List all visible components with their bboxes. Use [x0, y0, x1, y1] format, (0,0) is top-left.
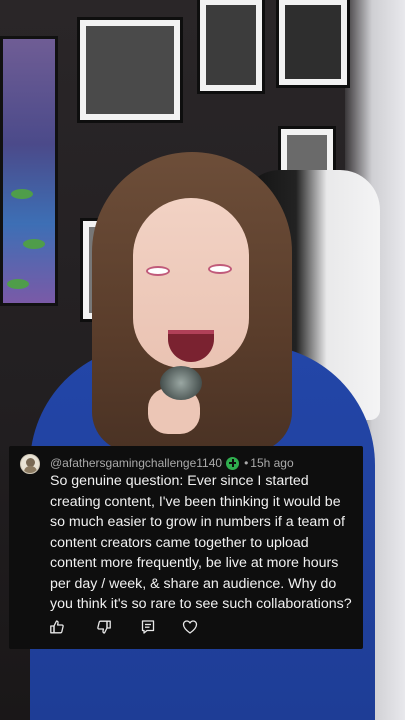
verified-check-icon [226, 456, 240, 470]
wall-frame-3 [276, 0, 350, 88]
meta-separator: • [244, 456, 249, 470]
like-button[interactable] [46, 616, 68, 638]
comment-card: @afathersgamingchallenge1140 • 15h ago S… [9, 446, 363, 649]
right-eye [208, 264, 232, 274]
wall-frame-1 [77, 17, 183, 123]
heart-button[interactable] [179, 616, 201, 638]
wall-poster [0, 36, 58, 306]
left-eye [146, 266, 170, 276]
wall-frame-2 [197, 0, 265, 94]
reply-icon [141, 620, 155, 634]
microphone [160, 366, 202, 400]
comment-time: 15h ago [250, 456, 294, 470]
thumbs-up-icon [50, 620, 64, 634]
comment-author[interactable]: @afathersgamingchallenge1140 [50, 456, 222, 470]
heart-icon [182, 620, 198, 634]
thumbs-down-icon [97, 620, 111, 634]
comment-actions [9, 616, 363, 638]
comment-text: So genuine question: Ever since I starte… [50, 473, 352, 612]
dislike-button[interactable] [93, 616, 115, 638]
reply-button[interactable] [137, 616, 159, 638]
comment-meta: @afathersgamingchallenge1140 • 15h ago [50, 454, 294, 472]
commenter-avatar[interactable] [20, 454, 40, 474]
